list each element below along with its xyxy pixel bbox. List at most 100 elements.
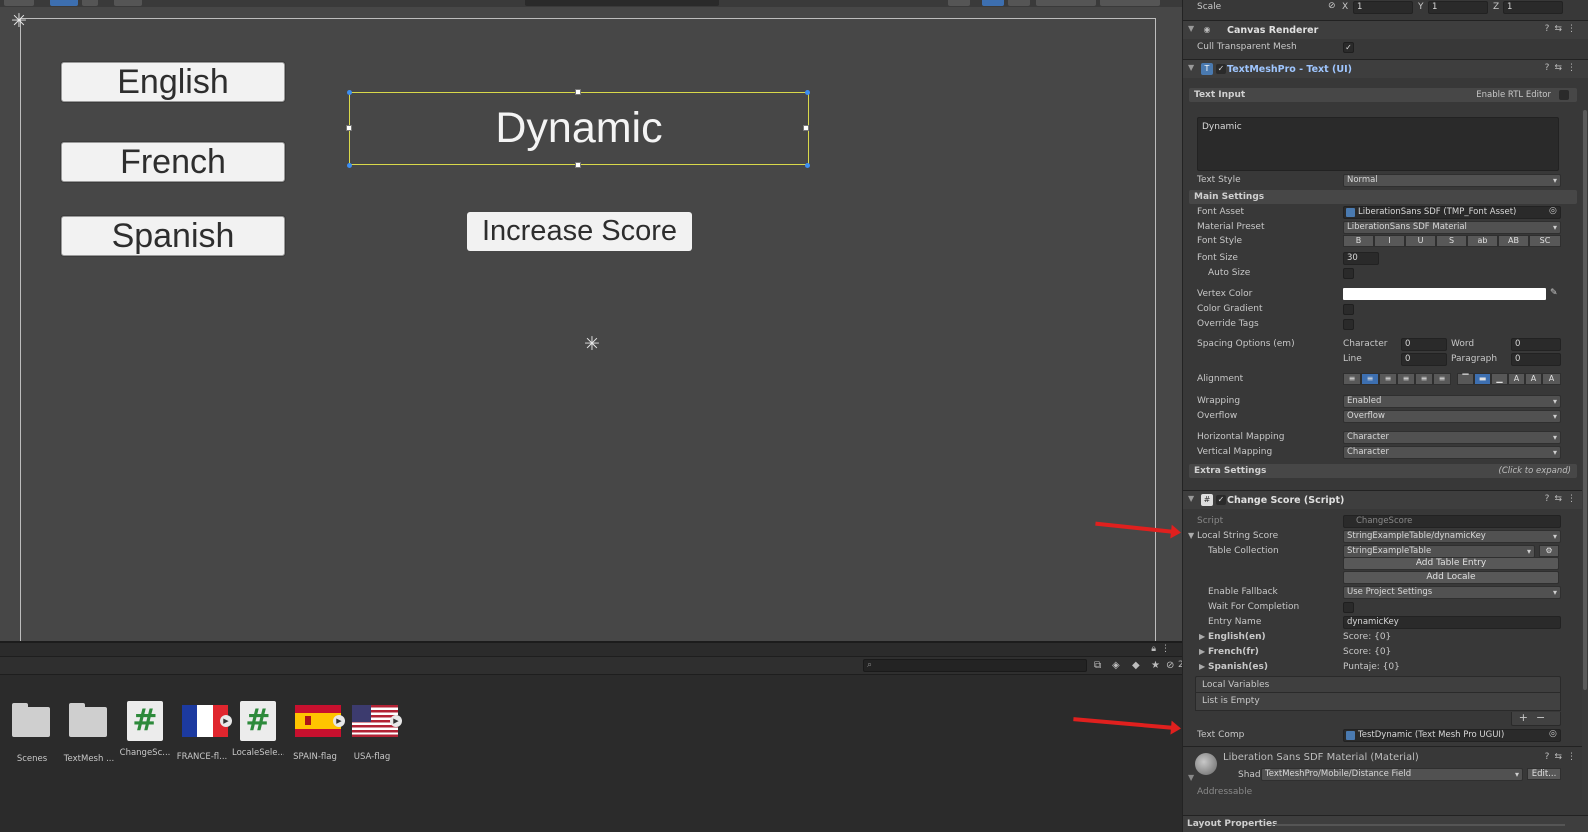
object-picker-icon[interactable]: ◎ (1549, 729, 1557, 739)
toolbar-tool[interactable] (82, 0, 98, 6)
overflow-dropdown[interactable]: Overflow (1343, 410, 1561, 423)
expand-icon[interactable]: ▶ (1199, 647, 1205, 656)
entry-name-field[interactable]: dynamicKey (1343, 616, 1561, 629)
toolbar-tool[interactable] (1008, 0, 1030, 6)
underline-button[interactable]: U (1405, 235, 1436, 247)
tag-icon[interactable]: ◆ (1132, 660, 1140, 671)
move-gizmo-icon[interactable]: ✳ (11, 12, 27, 31)
align-right-icon[interactable]: ≡ (1379, 373, 1397, 385)
filter-type-icon[interactable]: ⧉ (1094, 660, 1101, 671)
lock-icon[interactable]: 🔒︎ (1151, 644, 1156, 654)
asset-item[interactable]: ▶ USA-flag (346, 701, 402, 762)
cull-checkbox[interactable]: ✓ (1343, 42, 1354, 53)
overlay-toolbar[interactable] (525, 0, 719, 6)
asset-item[interactable]: TextMesh ... (63, 701, 115, 764)
toolbar-tool[interactable] (1100, 0, 1160, 6)
resize-handle[interactable] (346, 125, 352, 131)
local-string-dropdown[interactable]: StringExampleTable/dynamicKey (1343, 530, 1561, 543)
toolbar-tool[interactable] (50, 0, 78, 6)
material-preset-dropdown[interactable]: LiberationSans SDF Material (1343, 221, 1561, 234)
tmp-header[interactable]: ▼ T ✓ TextMeshPro - Text (UI) ?⇆⋮ (1183, 59, 1588, 78)
lowercase-button[interactable]: ab (1467, 235, 1498, 247)
asset-item[interactable]: ▶ SPAIN-flag (289, 701, 345, 762)
rtl-checkbox[interactable] (1559, 90, 1569, 100)
toolbar-tool[interactable] (982, 0, 1004, 6)
minus-icon[interactable]: − (1536, 711, 1553, 724)
component-menu-icon[interactable]: ?⇆⋮ (1545, 752, 1581, 762)
component-menu-icon[interactable]: ?⇆⋮ (1545, 494, 1581, 504)
change-score-header[interactable]: ▼ # ✓ Change Score (Script) ?⇆⋮ (1183, 490, 1588, 509)
component-menu-icon[interactable]: ?⇆⋮ (1545, 24, 1581, 34)
corner-handle[interactable] (805, 90, 810, 95)
align-justify-icon[interactable]: ≡ (1397, 373, 1415, 385)
resize-handle[interactable] (575, 89, 581, 95)
override-tags-checkbox[interactable] (1343, 319, 1354, 330)
play-icon[interactable]: ▶ (390, 715, 402, 727)
hmap-dropdown[interactable]: Character (1343, 431, 1561, 444)
play-icon[interactable]: ▶ (220, 715, 232, 727)
search-input[interactable]: ⌕ (863, 659, 1087, 672)
english-button[interactable]: English (61, 62, 285, 102)
toolbar-tool[interactable] (4, 0, 34, 6)
align-middle-icon[interactable]: ▬ (1474, 373, 1491, 385)
wrapping-dropdown[interactable]: Enabled (1343, 395, 1561, 408)
text-input-area[interactable]: Dynamic (1197, 117, 1559, 171)
resize-handle[interactable] (575, 162, 581, 168)
foldout-icon[interactable]: ▼ (1188, 24, 1194, 33)
eyedropper-icon[interactable]: ✎ (1550, 288, 1558, 298)
enable-checkbox[interactable]: ✓ (1216, 64, 1226, 74)
corner-handle[interactable] (805, 163, 810, 168)
asset-item[interactable]: # ChangeSc... (119, 701, 171, 758)
foldout-icon[interactable]: ▼ (1188, 531, 1194, 540)
uppercase-button[interactable]: AB (1498, 235, 1529, 247)
line-field[interactable]: 0 (1401, 353, 1447, 366)
align-capline-icon[interactable]: A (1542, 373, 1561, 385)
layout-properties-bar[interactable]: Layout Properties (1183, 815, 1588, 832)
character-field[interactable]: 0 (1401, 338, 1447, 351)
component-menu-icon[interactable]: ?⇆⋮ (1545, 63, 1581, 73)
table-settings-icon[interactable]: ⚙ (1539, 545, 1559, 557)
play-icon[interactable]: ▶ (333, 715, 345, 727)
resize-handle[interactable] (803, 125, 809, 131)
strikethrough-button[interactable]: S (1436, 235, 1467, 247)
scale-x-field[interactable]: 1 (1353, 1, 1413, 14)
align-bottom-icon[interactable]: ▁ (1491, 373, 1508, 385)
locale-row[interactable]: ▶ French(fr) Score: {0} (1183, 645, 1588, 660)
foldout-icon[interactable]: ▼ (1188, 494, 1194, 503)
edit-shader-button[interactable]: Edit... (1527, 768, 1561, 780)
object-picker-icon[interactable]: ◎ (1549, 206, 1557, 216)
toolbar-tool[interactable] (114, 0, 142, 6)
align-center-icon[interactable]: ≡ (1361, 373, 1379, 385)
toolbar-tool[interactable] (1036, 0, 1096, 6)
enable-checkbox[interactable]: ✓ (1216, 495, 1226, 505)
color-gradient-checkbox[interactable] (1343, 304, 1354, 315)
expand-icon[interactable]: ▶ (1199, 632, 1205, 641)
asset-item[interactable]: # LocaleSele... (232, 701, 284, 758)
text-style-dropdown[interactable]: Normal (1343, 174, 1561, 187)
add-locale-button[interactable]: Add Locale (1343, 571, 1559, 584)
bold-button[interactable]: B (1343, 235, 1374, 247)
corner-handle[interactable] (347, 90, 352, 95)
asset-item[interactable]: Scenes (6, 701, 58, 764)
enable-fallback-dropdown[interactable]: Use Project Settings (1343, 586, 1561, 599)
locale-row[interactable]: ▶ Spanish(es) Puntaje: {0} (1183, 660, 1588, 675)
smallcaps-button[interactable]: SC (1529, 235, 1561, 247)
scene-view[interactable]: ✳ English French Spanish Dynamic Increas… (0, 0, 1182, 641)
align-midline-icon[interactable]: A (1525, 373, 1542, 385)
filter-label-icon[interactable]: ◈ (1112, 660, 1120, 671)
corner-handle[interactable] (347, 163, 352, 168)
scale-z-field[interactable]: 1 (1503, 1, 1563, 14)
spanish-button[interactable]: Spanish (61, 216, 285, 256)
hidden-eye-icon[interactable]: ⊘ (1166, 660, 1174, 671)
vertex-color-swatch[interactable] (1343, 288, 1546, 300)
align-baseline-icon[interactable]: A (1508, 373, 1525, 385)
add-table-entry-button[interactable]: Add Table Entry (1343, 557, 1559, 570)
paragraph-field[interactable]: 0 (1511, 353, 1561, 366)
foldout-icon[interactable]: ▼ (1188, 63, 1194, 72)
align-flush-icon[interactable]: ≡ (1415, 373, 1433, 385)
more-icon[interactable]: ⋮ (1161, 644, 1170, 654)
align-geometry-icon[interactable]: ≡ (1433, 373, 1451, 385)
foldout-icon[interactable]: ▼ (1188, 773, 1194, 782)
shader-dropdown[interactable]: TextMeshPro/Mobile/Distance Field (1261, 768, 1523, 781)
vmap-dropdown[interactable]: Character (1343, 446, 1561, 459)
